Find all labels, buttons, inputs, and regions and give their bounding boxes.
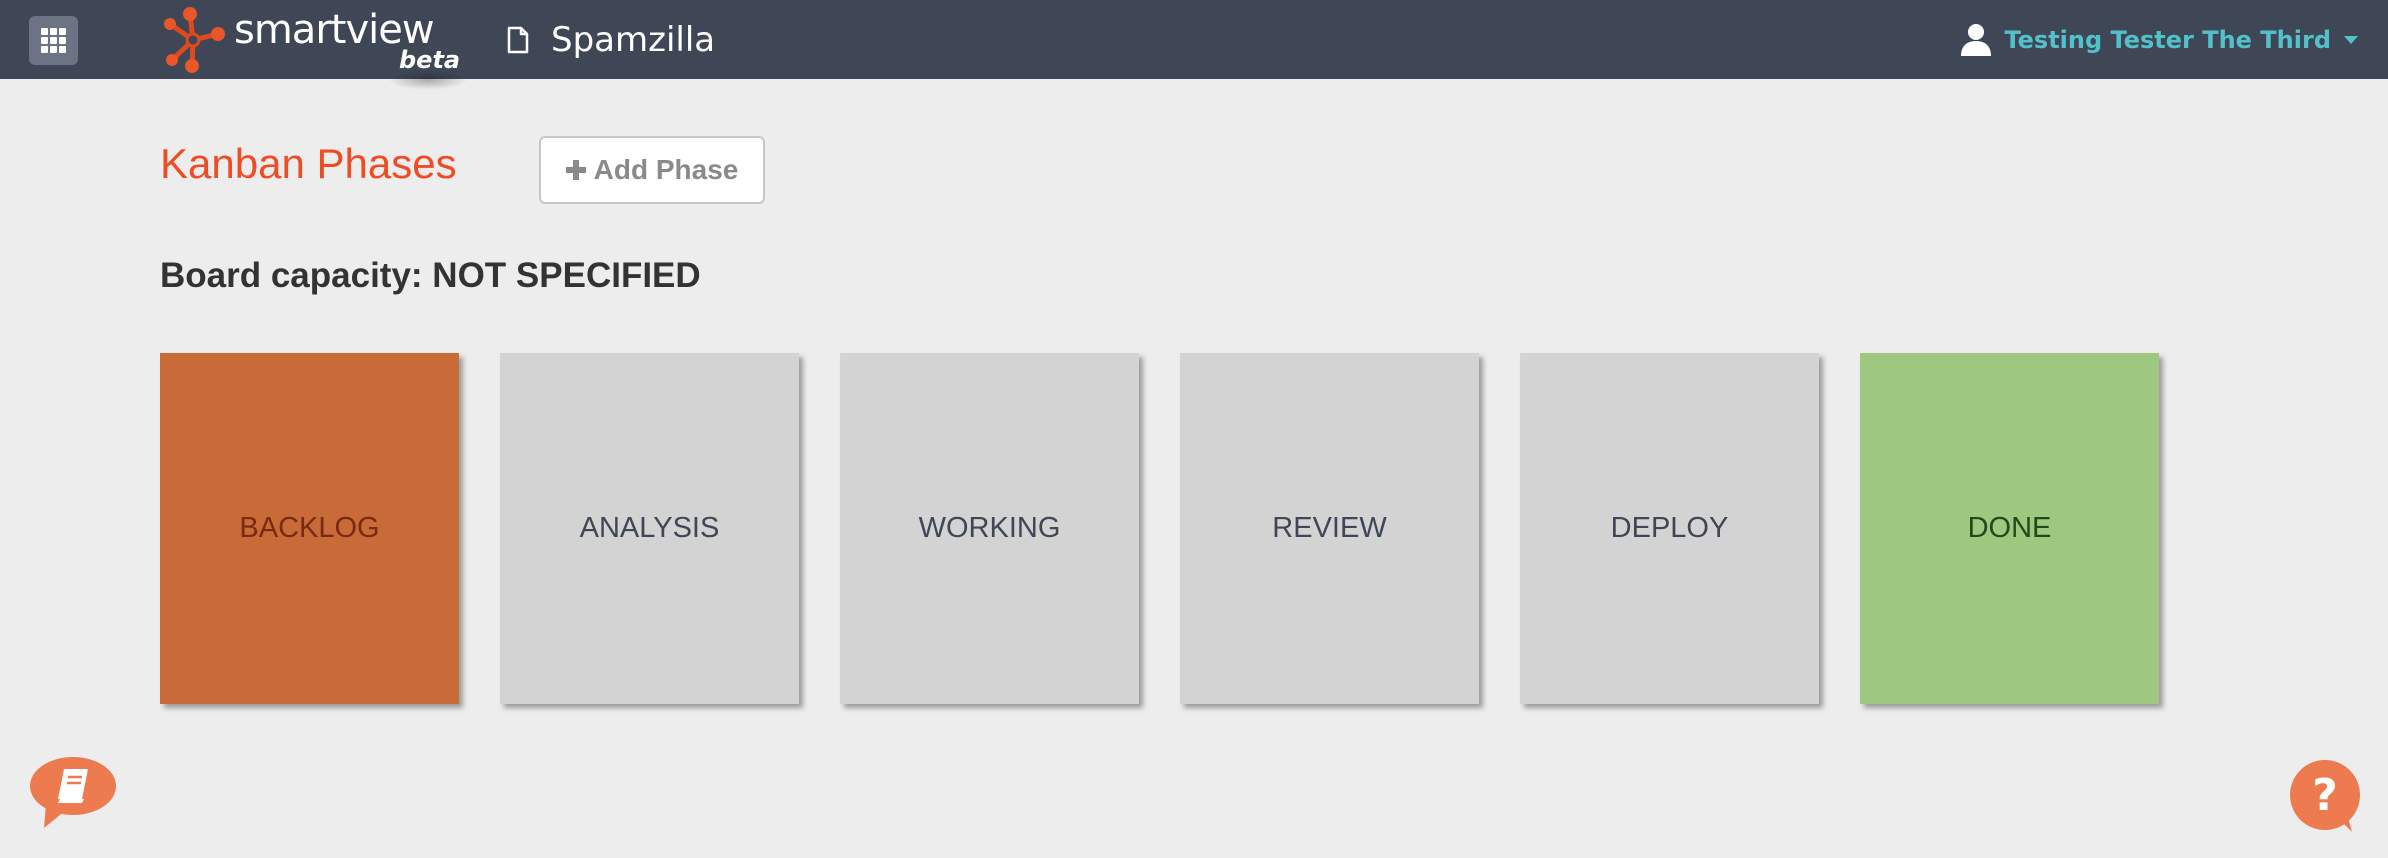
user-icon [1961,24,1992,56]
molecule-logo-icon [164,7,225,73]
phase-card[interactable]: DEPLOY [1520,353,1819,704]
document-icon [507,26,529,54]
phase-card[interactable]: WORKING [840,353,1139,704]
phase-label: DEPLOY [1610,512,1729,544]
phase-card[interactable]: REVIEW [1180,353,1479,704]
phase-card[interactable]: ANALYSIS [500,353,799,704]
phase-label: DONE [1967,512,2052,544]
phase-list: BACKLOG ANALYSIS WORKING REVIEW DEPLOY D… [160,353,2160,705]
smartview-logo[interactable]: smartview beta [158,4,461,78]
apps-menu-button[interactable] [29,16,78,65]
page-title: Kanban Phases [160,140,457,187]
user-name: Testing Tester The Third [2004,26,2331,54]
user-menu[interactable]: Testing Tester The Third [1960,18,2359,62]
book-chat-icon [30,757,116,828]
logo-wordmark: smartview [234,7,435,53]
board-capacity: Board capacity: NOT SPECIFIED [160,256,701,295]
current-project[interactable]: Spamzilla [507,18,715,62]
add-phase-label: Add Phase [593,154,739,185]
add-phase-button[interactable]: Add Phase [539,136,765,204]
svg-text:?: ? [2312,770,2338,821]
phase-label: WORKING [918,512,1061,544]
guide-chat-button[interactable] [28,756,118,830]
help-chat-button[interactable]: ? [2288,760,2362,834]
top-navigation-bar: smartview beta Spamzilla Testing Tester … [0,0,2388,90]
phase-card[interactable]: DONE [1860,353,2159,704]
phase-label: ANALYSIS [579,512,720,544]
plus-icon [565,160,586,180]
caret-down-icon [2344,36,2358,44]
project-name: Spamzilla [551,20,716,60]
logo-beta-badge: beta [399,46,461,74]
phase-label: BACKLOG [239,512,380,544]
apps-grid-icon [41,28,66,53]
phase-label: REVIEW [1272,512,1387,544]
phase-card[interactable]: BACKLOG [160,353,459,704]
help-chat-icon: ? [2290,760,2360,832]
